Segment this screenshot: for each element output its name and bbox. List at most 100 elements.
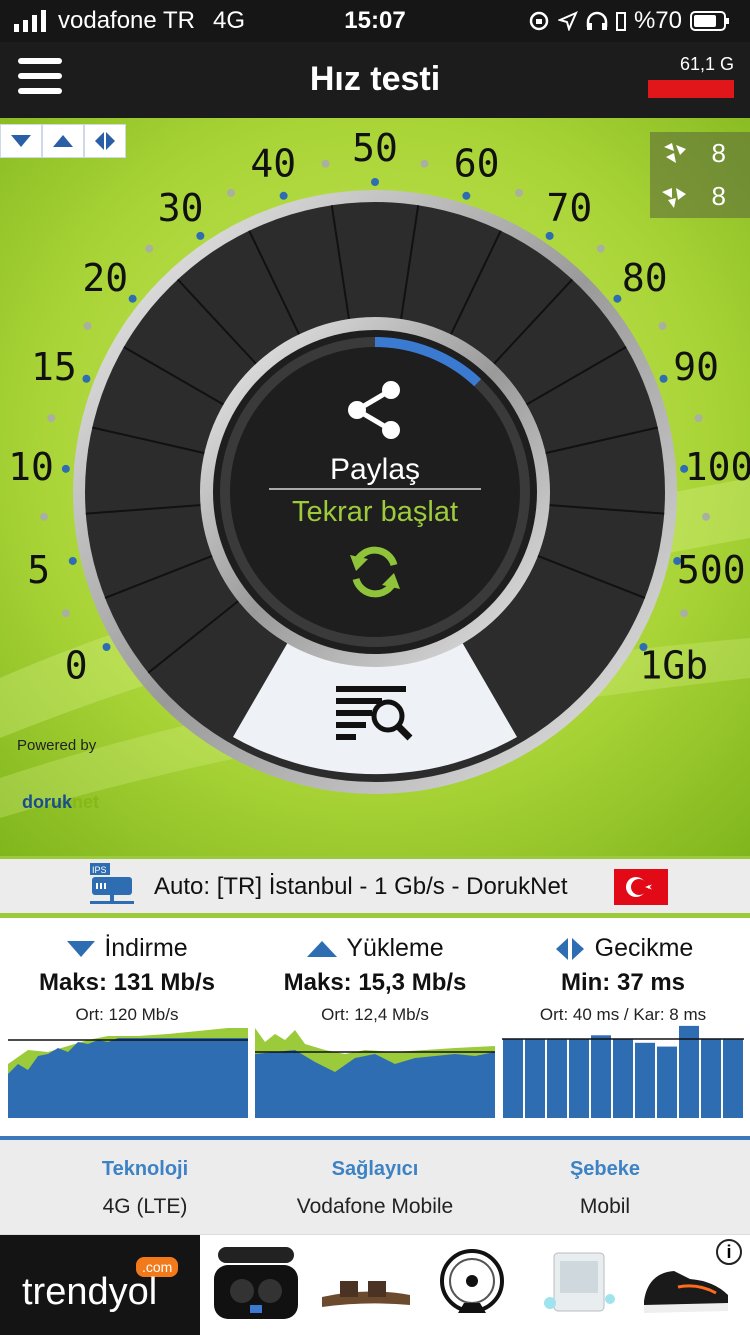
technology-value: 4G (LTE) xyxy=(102,1195,188,1218)
download-max: Maks: 131 Mb/s xyxy=(38,969,216,996)
server-icon: IPS xyxy=(90,863,134,904)
gauge-label-15: 15 xyxy=(31,345,77,389)
latency-bar xyxy=(591,1035,611,1118)
data-usage-bar xyxy=(648,80,734,98)
technology-label: Teknoloji xyxy=(101,1158,189,1180)
doruknet-logo: doruknet xyxy=(22,792,99,813)
latency-bar xyxy=(569,1039,589,1118)
latency-column: Gecikme Min: 37 ms Ort: 40 ms / Kar: 8 m… xyxy=(498,924,748,1136)
center-divider xyxy=(269,488,481,490)
download-graph xyxy=(8,1028,248,1118)
upload-max: Maks: 15,3 Mb/s xyxy=(283,969,467,996)
battery-percent: %70 xyxy=(633,7,682,34)
gauge-major-tick xyxy=(68,556,77,565)
ad-product-earbuds[interactable] xyxy=(208,1243,304,1327)
air-cooler-image xyxy=(544,1252,615,1312)
ad-product-cooler[interactable] xyxy=(530,1243,626,1327)
counter-top-value: 8 xyxy=(711,138,726,168)
latency-bar xyxy=(613,1039,633,1118)
restart-button[interactable]: Tekrar başlat xyxy=(245,496,505,616)
gauge-label-10: 10 xyxy=(8,445,54,489)
download-avg: Ort: 120 Mb/s xyxy=(75,1005,179,1024)
latency-bar xyxy=(503,1039,523,1118)
list-search-icon xyxy=(336,686,413,741)
upload-column: Yükleme Maks: 15,3 Mb/s Ort: 12,4 Mb/s xyxy=(250,924,500,1136)
restart-label: Tekrar başlat xyxy=(291,496,458,528)
gauge-center: Paylaş Tekrar başlat xyxy=(245,362,505,622)
gauge-major-tick xyxy=(371,178,379,186)
diamond-split-icon xyxy=(95,132,115,150)
earbuds-image xyxy=(214,1247,298,1319)
servers-icon xyxy=(664,142,686,163)
refresh-icon xyxy=(350,546,400,598)
trendyol-logo[interactable]: .com trendyol xyxy=(0,1235,200,1335)
provider-label: Sağlayıcı xyxy=(331,1158,419,1180)
download-column: İndirme Maks: 131 Mb/s Ort: 120 Mb/s xyxy=(2,924,252,1136)
latency-graph xyxy=(502,1025,744,1118)
gauge-major-tick xyxy=(82,374,91,383)
gauge-label-500: 500 xyxy=(677,548,746,592)
ad-product-sandals[interactable] xyxy=(318,1243,414,1327)
battery-small-icon xyxy=(615,12,626,31)
servers-alt-icon xyxy=(662,187,686,208)
logo-part-left: doruk xyxy=(22,792,73,812)
network-type-info: Şebeke Mobil xyxy=(480,1158,730,1219)
gauge-label-100: 100 xyxy=(685,445,750,489)
stats-panel: İndirme Maks: 131 Mb/s Ort: 120 Mb/s Yük… xyxy=(0,924,750,1136)
download-mode-button[interactable] xyxy=(0,124,42,158)
share-button[interactable]: Paylaş xyxy=(245,378,505,498)
results-list-button[interactable] xyxy=(330,676,420,746)
gauge-minor-tick xyxy=(83,322,92,330)
latency-bar xyxy=(701,1039,721,1118)
turkey-flag xyxy=(614,869,668,905)
upload-mode-button[interactable] xyxy=(42,124,84,158)
gauge-minor-tick xyxy=(321,159,330,168)
latency-bar xyxy=(657,1046,677,1118)
triangle-up-icon xyxy=(307,940,338,957)
gauge-minor-tick xyxy=(658,322,667,330)
upload-label: Yükleme xyxy=(346,934,444,962)
gauge-label-0: 0 xyxy=(65,644,88,688)
gauge-major-tick xyxy=(659,374,668,383)
gauge-label-80: 80 xyxy=(622,256,668,300)
powered-by-text: Powered by xyxy=(17,737,97,754)
gauge-label-70: 70 xyxy=(546,186,592,230)
gauge-minor-tick xyxy=(680,609,689,618)
latency-avg: Ort: 40 ms / Kar: 8 ms xyxy=(539,1005,707,1024)
battery-icon xyxy=(690,11,729,31)
server-selector[interactable]: IPS Auto: [TR] İstanbul - 1 Gb/s - Doruk… xyxy=(0,856,750,918)
data-usage[interactable]: 61,1 G xyxy=(648,54,734,98)
gauge-major-tick xyxy=(545,231,554,240)
gauge-minor-tick xyxy=(61,609,70,618)
download-label: İndirme xyxy=(104,934,188,962)
network-type-label: Şebeke xyxy=(569,1158,641,1180)
fan-image xyxy=(440,1249,504,1313)
gauge-major-tick xyxy=(462,191,471,200)
latency-min: Min: 37 ms xyxy=(560,969,686,996)
app-bar: Hız testi 61,1 G xyxy=(0,42,750,118)
gauge-label-30: 30 xyxy=(158,186,204,230)
gauge-minor-tick xyxy=(420,159,429,168)
network-info: Teknoloji 4G (LTE) Sağlayıcı Vodafone Mo… xyxy=(0,1136,750,1234)
ad-product-fan[interactable] xyxy=(424,1243,520,1327)
gauge-major-tick xyxy=(196,231,205,240)
server-badge: IPS xyxy=(92,865,107,875)
server-text: Auto: [TR] İstanbul - 1 Gb/s - DorukNet xyxy=(154,873,568,900)
gauge-major-tick xyxy=(279,191,288,200)
gauge-minor-tick xyxy=(702,512,711,521)
share-label: Paylaş xyxy=(329,453,421,486)
gauge-label-40: 40 xyxy=(250,141,296,185)
logo-part-right: net xyxy=(72,792,100,812)
ad-info-icon[interactable]: i xyxy=(716,1239,742,1265)
server-counters: 8 8 xyxy=(650,132,750,218)
gauge-label-5: 5 xyxy=(27,548,50,592)
ad-banner: .com trendyol i xyxy=(0,1234,750,1335)
gauge-minor-tick xyxy=(694,414,703,423)
upload-graph xyxy=(255,1028,495,1118)
provider-value: Vodafone Mobile xyxy=(296,1195,454,1218)
upload-avg: Ort: 12,4 Mb/s xyxy=(321,1005,429,1024)
technology-info: Teknoloji 4G (LTE) xyxy=(20,1158,270,1219)
brand-name: trendyol xyxy=(22,1271,158,1313)
latency-mode-button[interactable] xyxy=(84,124,126,158)
gauge-major-tick xyxy=(128,294,137,303)
